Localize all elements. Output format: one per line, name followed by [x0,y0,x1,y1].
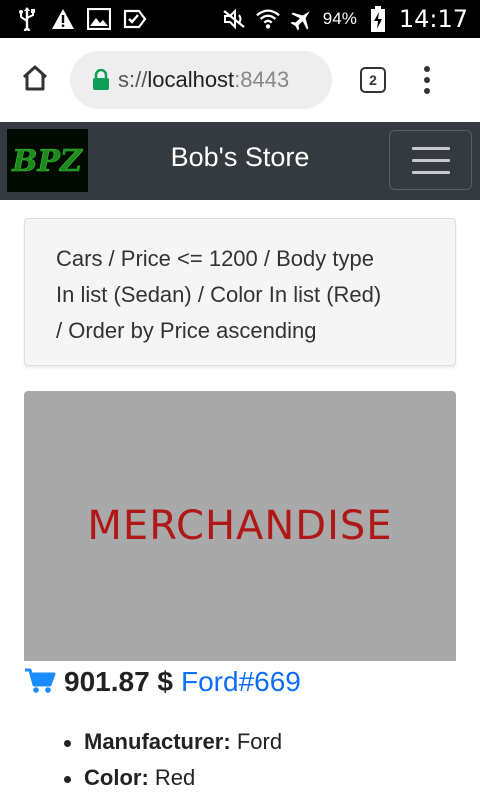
image-icon [86,6,112,32]
add-to-cart-icon[interactable] [24,666,56,699]
battery-charging-icon [365,6,391,32]
clock: 14:17 [398,5,468,33]
hamburger-line [411,170,450,174]
url-scheme: s:// [118,67,148,92]
url-text: s://localhost:8443 [118,67,289,93]
product-details-list: Manufacturer: Ford Color: Red [63,724,283,796]
breadcrumb-line: / Order by Price ascending [56,318,317,343]
detail-value: Red [154,765,196,790]
list-item: Color: Red [63,760,282,796]
product-image[interactable]: MERCHANDISE [24,391,456,661]
home-icon [20,63,50,98]
battery-percent: 94% [322,9,357,28]
product-link[interactable]: Ford#669 [181,666,301,698]
lock-icon [92,69,110,91]
detail-value: Ford [236,729,283,754]
list-item: Manufacturer: Ford [63,724,283,760]
warning-icon [50,6,76,32]
menu-dot [424,88,430,94]
product-image-label: MERCHANDISE [87,503,393,549]
breadcrumb-line: Cars / Price <= 1200 / Body type [56,246,374,271]
tab-switcher-button[interactable]: 2 [360,67,386,93]
url-bar[interactable]: s://localhost:8443 [70,51,332,109]
wifi-icon [255,6,281,32]
usb-icon [14,6,40,32]
menu-dot [424,77,430,83]
airplane-icon [289,6,315,32]
breadcrumb-line: In list (Sedan) / Color In list (Red) [56,282,382,307]
url-host: localhost [147,67,235,92]
product-price: 901.87 $ [64,666,173,697]
browser-toolbar: s://localhost:8443 2 [0,38,480,122]
site-navbar: BPZ Bob's Store [0,122,480,200]
detail-key: Color: [84,765,149,790]
product-price-line: 901.87 $ Ford#669 [24,664,301,700]
browser-menu-button[interactable] [422,66,432,94]
detail-key: Manufacturer: [84,729,231,754]
navbar-toggler-button[interactable] [389,130,472,190]
hamburger-line [411,146,450,150]
home-button[interactable] [0,38,70,122]
tab-count: 2 [369,72,377,88]
menu-dot [424,66,430,72]
url-port: :8443 [234,67,290,92]
status-bar: 94% 14:17 [0,0,480,38]
mute-icon [221,6,247,32]
breadcrumb: Cars / Price <= 1200 / Body type In list… [24,218,456,366]
clipboard-check-icon [122,6,148,32]
hamburger-line [411,158,450,162]
